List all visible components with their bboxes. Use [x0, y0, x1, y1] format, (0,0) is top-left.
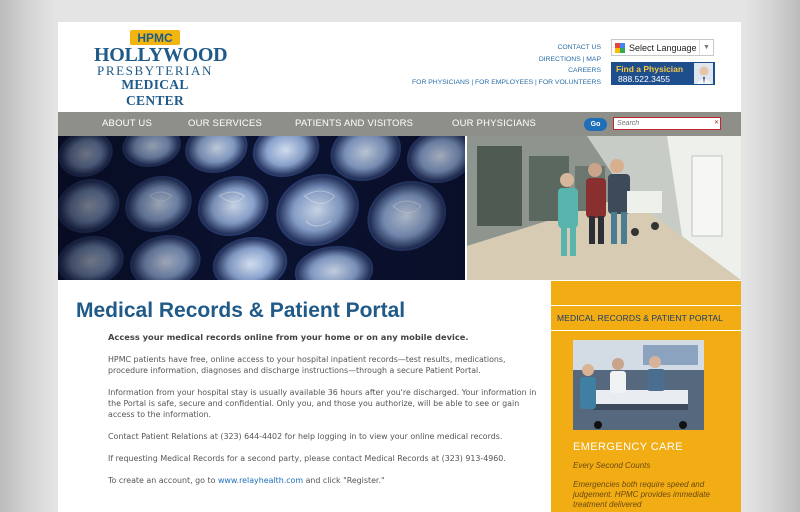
emergency-care-photo[interactable]: [573, 340, 704, 430]
main-content: Access your medical records online from …: [108, 332, 538, 497]
search-input[interactable]: [613, 117, 721, 130]
nav-patients-and-visitors[interactable]: PATIENTS AND VISITORS: [295, 112, 413, 136]
nav-about-us[interactable]: ABOUT US: [102, 112, 152, 136]
relayhealth-link[interactable]: www.relayhealth.com: [218, 476, 303, 485]
physician-portrait-icon: [694, 63, 713, 84]
audience-links[interactable]: FOR PHYSICIANS | FOR EMPLOYEES | FOR VOL…: [412, 79, 601, 86]
close-icon[interactable]: ✕: [714, 120, 719, 126]
google-translate-icon: [615, 42, 625, 53]
nav-our-physicians[interactable]: OUR PHYSICIANS: [452, 112, 536, 136]
paragraph-patient-relations: Contact Patient Relations at (323) 644-4…: [108, 432, 503, 441]
brain-scans-illustration: [58, 136, 465, 280]
hospital-logo[interactable]: HPMC HOLLYWOOD PRESBYTERIAN MEDICAL CENT…: [94, 30, 228, 108]
banner-brain-scans-image: [58, 136, 465, 280]
emergency-care-title[interactable]: EMERGENCY CARE: [573, 441, 683, 453]
find-physician-title: Find a Physician: [616, 64, 684, 74]
logo-mark-text: HPMC: [137, 31, 173, 45]
create-account-text: To create an account, go to: [108, 476, 218, 485]
directions-map-link[interactable]: DIRECTIONS | MAP: [539, 56, 601, 63]
main-nav: ABOUT US OUR SERVICES PATIENTS AND VISIT…: [58, 112, 741, 136]
dropdown-arrow-icon: ▼: [699, 40, 713, 55]
utility-links: CONTACT US DIRECTIONS | MAP CAREERS FOR …: [341, 42, 601, 88]
nav-our-services[interactable]: OUR SERVICES: [188, 112, 262, 136]
page-title: Medical Records & Patient Portal: [76, 299, 406, 322]
sidebar-heading-bar: MEDICAL RECORDS & PATIENT PORTAL: [551, 305, 741, 331]
language-select[interactable]: Select Language ▼: [611, 39, 714, 56]
create-account-text-end: and click "Register.": [303, 476, 385, 485]
paragraph-availability: Information from your hospital stay is u…: [108, 388, 537, 419]
logo-mark-icon: HPMC: [130, 30, 180, 45]
contact-us-link[interactable]: CONTACT US: [557, 44, 601, 51]
language-select-label: Select Language: [629, 42, 697, 53]
banner-hospital-hallway-image: [467, 136, 741, 280]
logo-line-3: MEDICAL CENTER: [121, 77, 189, 108]
find-physician-phone: 888.522.3455: [618, 74, 670, 84]
careers-link[interactable]: CAREERS: [568, 67, 601, 74]
emergency-care-illustration: [573, 340, 704, 430]
paragraph-create-account: To create an account, go to www.relayhea…: [108, 475, 538, 486]
page-container: HPMC HOLLYWOOD PRESBYTERIAN MEDICAL CENT…: [58, 22, 741, 512]
emergency-care-description: Emergencies both require speed and judge…: [573, 480, 710, 509]
hallway-illustration: [467, 136, 741, 280]
paragraph-portal-access: HPMC patients have free, online access t…: [108, 355, 506, 375]
paragraph-second-party: If requesting Medical Records for a seco…: [108, 454, 506, 463]
lead-paragraph: Access your medical records online from …: [108, 332, 469, 342]
sidebar-heading[interactable]: MEDICAL RECORDS & PATIENT PORTAL: [557, 313, 723, 323]
sidebar: MEDICAL RECORDS & PATIENT PORTAL EMERGEN…: [551, 281, 741, 512]
find-physician-button[interactable]: Find a Physician 888.522.3455: [611, 62, 715, 85]
search-go-button[interactable]: Go: [584, 118, 607, 131]
emergency-care-subtitle: Every Second Counts: [573, 461, 651, 470]
